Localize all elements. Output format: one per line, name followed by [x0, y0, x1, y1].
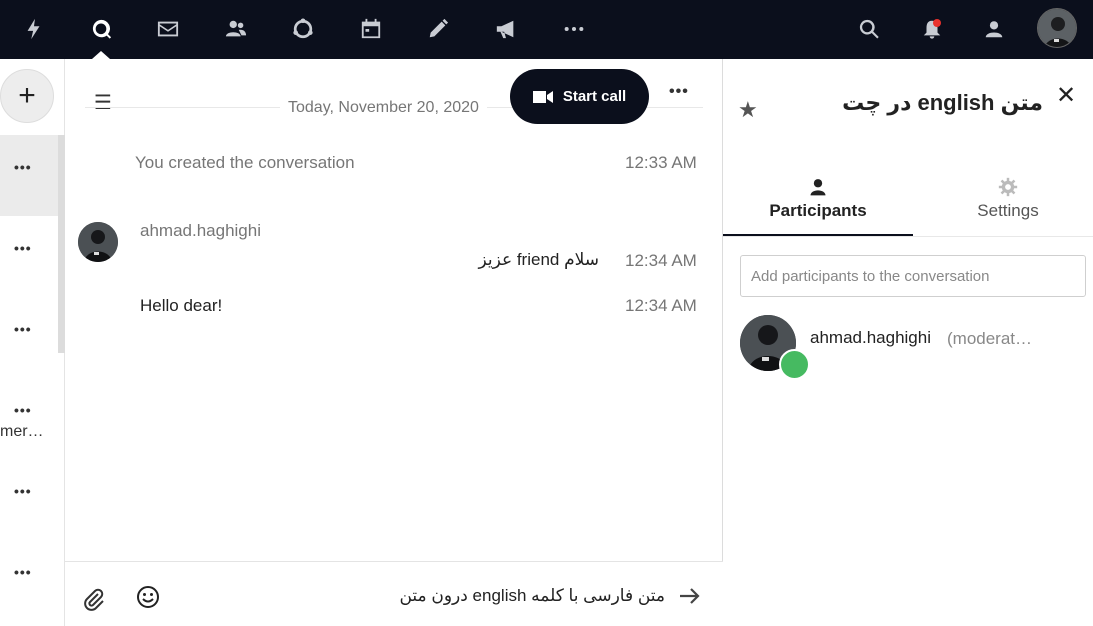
- settings-icon: [998, 177, 1018, 197]
- active-app-indicator: [92, 51, 110, 59]
- system-message: You created the conversation: [135, 153, 355, 172]
- participant-role: (moderator): [947, 329, 1033, 348]
- conversation-sidebar: ✕ ★ متن english در چت Participants Setti…: [723, 59, 1093, 626]
- message-text: Hello dear!: [140, 296, 223, 315]
- message-input[interactable]: [175, 582, 665, 610]
- more-apps-icon[interactable]: [556, 12, 592, 46]
- tab-settings[interactable]: Settings: [913, 177, 1093, 237]
- mail-icon[interactable]: [150, 12, 186, 46]
- search-icon[interactable]: [851, 12, 887, 46]
- list-scrollbar[interactable]: [58, 135, 65, 353]
- tab-label: Settings: [977, 201, 1039, 220]
- message-time: 12:33 AM: [625, 153, 697, 172]
- top-bar: [0, 0, 1093, 59]
- video-camera-icon: [532, 90, 553, 103]
- tab-label: Participants: [769, 201, 867, 220]
- hamburger-menu-icon[interactable]: ☰: [94, 90, 112, 115]
- start-call-button[interactable]: Start call: [510, 69, 649, 124]
- message-author[interactable]: ahmad.haghighi: [140, 221, 261, 241]
- favorite-star-icon[interactable]: ★: [738, 97, 758, 123]
- author-avatar[interactable]: [78, 222, 118, 262]
- message-composer: [65, 561, 723, 626]
- notifications-icon[interactable]: [914, 12, 950, 46]
- conversation-list: + ••• ••• ••• ••• mer… ••• •••: [0, 59, 65, 626]
- participants-icon: [810, 179, 826, 196]
- dashboard-icon[interactable]: [16, 12, 52, 46]
- talk-icon[interactable]: [83, 12, 119, 46]
- contacts-menu-icon[interactable]: [976, 12, 1012, 46]
- circles-icon[interactable]: [285, 12, 321, 46]
- calendar-icon[interactable]: [353, 12, 389, 46]
- date-separator: Today, November 20, 2020: [280, 99, 487, 117]
- send-icon[interactable]: [678, 584, 702, 608]
- conversation-more-button[interactable]: •••: [14, 321, 38, 337]
- chat-more-button[interactable]: •••: [669, 83, 689, 101]
- add-participants-input[interactable]: [740, 255, 1086, 297]
- conversation-more-button[interactable]: •••: [14, 483, 38, 499]
- emoji-icon[interactable]: [136, 585, 160, 609]
- notes-icon[interactable]: [420, 12, 456, 46]
- start-call-label: Start call: [562, 88, 627, 105]
- participant-name[interactable]: ahmad.haghighi: [810, 328, 931, 348]
- conversation-title[interactable]: متن english در چت: [823, 90, 1043, 116]
- conversation-more-button[interactable]: •••: [14, 240, 38, 256]
- message-time: 12:34 AM: [625, 296, 697, 315]
- user-avatar[interactable]: [1037, 8, 1077, 48]
- attachment-icon[interactable]: [83, 588, 105, 612]
- close-icon[interactable]: ✕: [1056, 81, 1076, 110]
- online-status-indicator: [779, 349, 810, 380]
- conversation-item-selected[interactable]: [0, 135, 58, 216]
- tabs-divider: [723, 236, 1093, 237]
- conversation-more-button[interactable]: •••: [14, 564, 38, 580]
- notification-badge: [933, 19, 941, 27]
- tab-participants[interactable]: Participants: [723, 177, 913, 237]
- conversation-more-button[interactable]: •••: [14, 402, 38, 418]
- message-time: 12:34 AM: [625, 251, 697, 270]
- contacts-icon[interactable]: [218, 12, 254, 46]
- new-conversation-button[interactable]: +: [0, 69, 54, 123]
- conversation-more-button[interactable]: •••: [14, 159, 38, 175]
- announcements-icon[interactable]: [488, 12, 524, 46]
- chat-view: ☰ Today, November 20, 2020 Start call ••…: [65, 59, 723, 626]
- conversation-item-text: mer…: [0, 423, 44, 440]
- message-text: سلام friend عزیز: [478, 250, 599, 269]
